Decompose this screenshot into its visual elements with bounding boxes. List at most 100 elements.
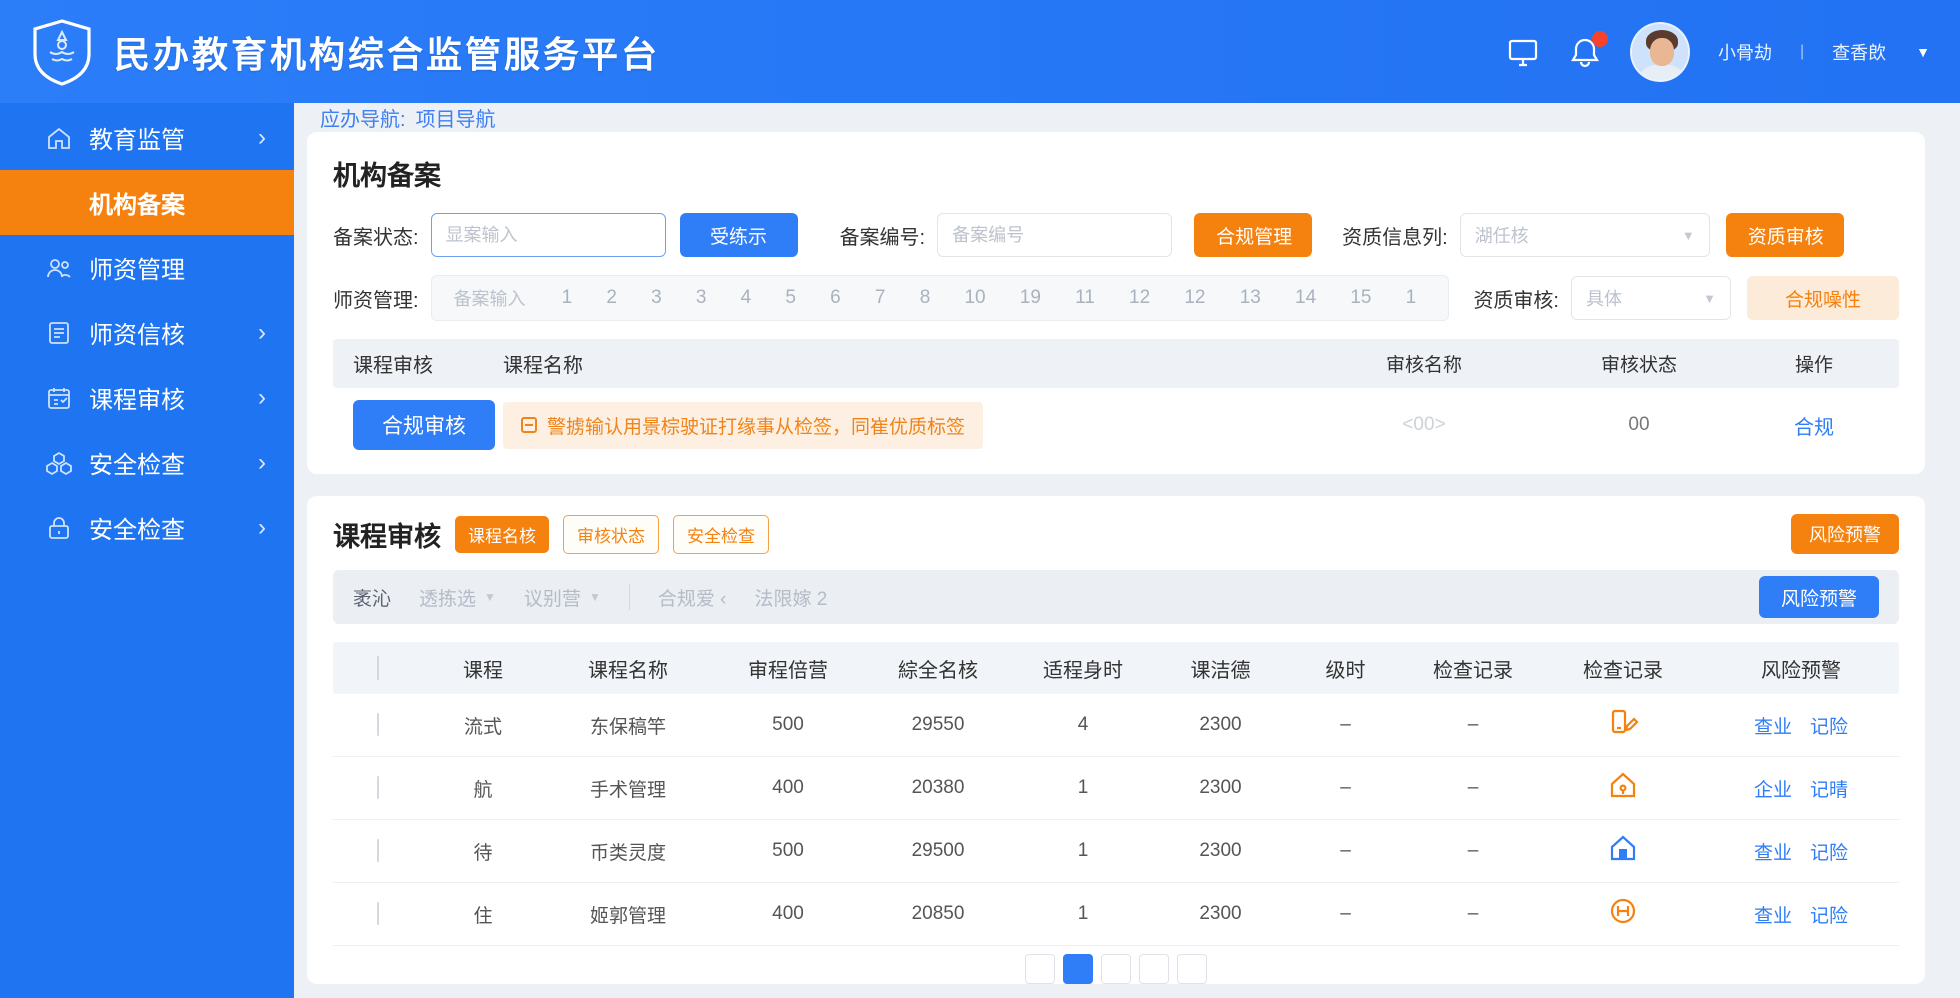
home-outline-icon[interactable] bbox=[1607, 769, 1639, 801]
filter-item-legal[interactable]: 法限嫁 2 bbox=[754, 584, 827, 611]
audit-select[interactable]: 具体 ▼ bbox=[1571, 276, 1731, 320]
filing-number-label: 备案编号: bbox=[839, 226, 926, 249]
people-icon bbox=[46, 255, 72, 281]
action-link-1[interactable]: 企业 bbox=[1754, 775, 1792, 802]
breadcrumb-prefix[interactable]: 应办导航: bbox=[320, 103, 406, 132]
number-item[interactable]: 19 bbox=[1020, 287, 1041, 309]
cell-value: 20380 bbox=[911, 777, 965, 798]
row-checkbox[interactable] bbox=[377, 839, 379, 862]
number-item[interactable]: 14 bbox=[1295, 287, 1316, 309]
filing-card: 机构备案 备案状态: 受练示 备案编号: 合规管理 资质信息列: 湖任核 ▼ 资… bbox=[307, 132, 1925, 474]
cell-course: 航 bbox=[473, 779, 493, 801]
number-item[interactable]: 3 bbox=[696, 287, 707, 309]
number-item[interactable]: 3 bbox=[651, 287, 662, 309]
col-header: 课洁德 bbox=[1190, 659, 1251, 682]
tag-safety-check[interactable]: 安全检查 bbox=[673, 514, 769, 554]
action-link-1[interactable]: 查业 bbox=[1754, 901, 1792, 928]
number-item[interactable]: 2 bbox=[606, 287, 617, 309]
col-header: 课程 bbox=[463, 659, 503, 682]
number-item[interactable]: 1 bbox=[1406, 287, 1417, 309]
number-item[interactable]: 5 bbox=[785, 287, 796, 309]
teacher-field-placeholder: 备案输入 bbox=[453, 289, 526, 309]
cell-value: 1 bbox=[1077, 903, 1089, 924]
qualification-select[interactable]: 湖任核 ▼ bbox=[1459, 213, 1710, 257]
sidebar-item-course-audit[interactable]: 课程审核 › bbox=[0, 365, 294, 430]
filter-dropdown-1[interactable]: 透拣选 ▼ bbox=[419, 584, 496, 611]
number-item[interactable]: 6 bbox=[830, 287, 841, 309]
select-all-checkbox[interactable] bbox=[377, 655, 379, 680]
chevron-down-icon[interactable]: ▼ bbox=[1916, 44, 1930, 60]
row-checkbox[interactable] bbox=[377, 713, 379, 736]
number-item[interactable]: 7 bbox=[875, 287, 886, 309]
number-item[interactable]: 15 bbox=[1350, 287, 1371, 309]
status-input[interactable] bbox=[430, 213, 666, 257]
course-table: 课程 课程名称 审程倍营 綜全名核 适程身时 课洁德 级时 检查记录 检查记录 … bbox=[333, 642, 1899, 946]
table-row: 航 手术管理 400 20380 1 2300 – – 企业 记晴 bbox=[333, 757, 1899, 820]
teacher-pagination-field[interactable]: 备案输入 1 2 3 3 4 5 6 7 8 10 19 11 12 12 13… bbox=[430, 275, 1450, 321]
filter-label[interactable]: 袤沁 bbox=[353, 584, 391, 611]
action-link-2[interactable]: 记险 bbox=[1810, 838, 1848, 865]
sidebar-item-institution-filing[interactable]: 机构备案 bbox=[0, 170, 294, 235]
tag-audit-status[interactable]: 审核状态 bbox=[563, 514, 659, 554]
sidebar-item-education-supervision[interactable]: 教育监管 › bbox=[0, 105, 294, 170]
pagination-next-button[interactable] bbox=[1177, 954, 1207, 984]
monitor-icon[interactable] bbox=[1506, 35, 1540, 69]
sidebar-item-teacher-management[interactable]: 师资管理 bbox=[0, 235, 294, 300]
row-checkbox[interactable] bbox=[377, 902, 379, 925]
filing-number-input[interactable] bbox=[937, 213, 1173, 257]
number-item[interactable]: 12 bbox=[1129, 287, 1150, 309]
user-role[interactable]: 查香欴 bbox=[1832, 39, 1886, 65]
filing-card-title: 机构备案 bbox=[333, 161, 441, 191]
pagination-prev-button[interactable] bbox=[1025, 954, 1055, 984]
number-item[interactable]: 1 bbox=[562, 287, 573, 309]
action-link-2[interactable]: 记险 bbox=[1810, 901, 1848, 928]
pagination-page-button[interactable] bbox=[1063, 954, 1093, 984]
pagination-page-button[interactable] bbox=[1101, 954, 1131, 984]
sidebar-item-safety-inspection-2[interactable]: 安全检查 › bbox=[0, 495, 294, 560]
home-filled-icon[interactable] bbox=[1607, 832, 1639, 864]
warning-banner: 警掳输认用景棕驶证打缘事从检签，同崔优质标签 bbox=[503, 401, 984, 449]
compliance-manage-button[interactable]: 合规管理 bbox=[1194, 213, 1313, 257]
row-checkbox[interactable] bbox=[377, 776, 379, 799]
filter-dropdown-2[interactable]: 议别营 ▼ bbox=[524, 584, 601, 611]
cell-dash: – bbox=[1467, 777, 1479, 798]
sidebar-item-teacher-verification[interactable]: 师资信核 › bbox=[0, 300, 294, 365]
number-item[interactable]: 13 bbox=[1240, 287, 1261, 309]
action-link-2[interactable]: 记险 bbox=[1810, 712, 1848, 739]
device-edit-icon[interactable] bbox=[1607, 706, 1639, 738]
compliance-link[interactable]: 合规 bbox=[1749, 411, 1879, 440]
user-name[interactable]: 小骨劫 bbox=[1718, 39, 1772, 65]
number-item[interactable]: 11 bbox=[1075, 287, 1095, 309]
circle-h-icon[interactable] bbox=[1607, 895, 1639, 927]
avatar[interactable] bbox=[1629, 21, 1690, 82]
sidebar-item-label: 机构备案 bbox=[89, 192, 185, 219]
action-link-2[interactable]: 记晴 bbox=[1810, 775, 1848, 802]
cell-value: 500 bbox=[772, 714, 804, 735]
col-header: 级时 bbox=[1325, 659, 1366, 682]
bell-icon[interactable] bbox=[1568, 30, 1608, 69]
qualification-audit-button[interactable]: 资质审核 bbox=[1725, 213, 1844, 257]
number-item[interactable]: 10 bbox=[964, 287, 985, 309]
risk-warning-button-top[interactable]: 风险预警 bbox=[1791, 514, 1899, 554]
pagination-page-button[interactable] bbox=[1139, 954, 1169, 984]
filter-item-compliance[interactable]: 合规爱 ‹ bbox=[658, 584, 727, 611]
cell-course-name: 手术管理 bbox=[589, 779, 666, 801]
search-button[interactable]: 受练示 bbox=[679, 213, 798, 257]
cell-course: 住 bbox=[473, 905, 493, 927]
sidebar-item-label: 安全检查 bbox=[89, 452, 185, 479]
risk-warning-button-filter[interactable]: 风险预警 bbox=[1758, 576, 1879, 618]
number-item[interactable]: 12 bbox=[1184, 287, 1205, 309]
col-header: 课程名称 bbox=[588, 659, 668, 682]
tag-course-name[interactable]: 课程名核 bbox=[455, 515, 549, 553]
breadcrumb-current[interactable]: 项目导航 bbox=[416, 103, 496, 132]
top-header: 民办教育机构综合监管服务平台 小骨劫 | 查香欴 ▼ bbox=[0, 0, 1960, 103]
chevron-down-icon: ▼ bbox=[1703, 290, 1716, 306]
number-item[interactable]: 4 bbox=[741, 287, 752, 309]
compliance-audit-button[interactable]: 合规审核 bbox=[353, 400, 495, 450]
action-link-1[interactable]: 查业 bbox=[1754, 712, 1792, 739]
compliance-attr-button[interactable]: 合规噪性 bbox=[1747, 276, 1899, 320]
chevron-right-icon: › bbox=[258, 448, 266, 476]
action-link-1[interactable]: 查业 bbox=[1754, 838, 1792, 865]
number-item[interactable]: 8 bbox=[920, 287, 931, 309]
sidebar-item-safety-inspection-1[interactable]: 安全检查 › bbox=[0, 430, 294, 495]
